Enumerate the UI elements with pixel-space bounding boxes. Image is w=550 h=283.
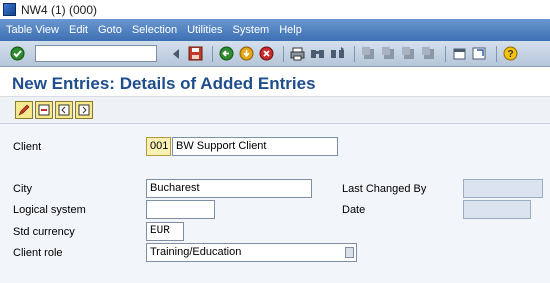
cancel-icon[interactable]	[258, 45, 275, 62]
display-change-icon[interactable]	[15, 101, 33, 119]
toolbar-separator	[496, 45, 497, 62]
city-label: City	[13, 183, 32, 195]
client-role-select[interactable]: Training/Education	[146, 243, 357, 262]
client-name-field[interactable]: BW Support Client	[172, 137, 338, 156]
date-label: Date	[342, 204, 366, 216]
menu-system[interactable]: System	[233, 24, 270, 36]
dropdown-icon[interactable]	[345, 247, 354, 258]
page-title: New Entries: Details of Added Entries	[12, 74, 316, 93]
last-changed-by-field	[463, 179, 543, 198]
back-icon[interactable]	[218, 45, 235, 62]
chevron-left-icon[interactable]	[167, 45, 184, 62]
application-toolbar	[0, 97, 550, 124]
next-page-icon[interactable]	[400, 45, 417, 62]
enter-check-icon[interactable]	[9, 45, 26, 62]
sap-app-icon	[3, 3, 16, 16]
previous-entry-icon[interactable]	[55, 101, 73, 119]
find-next-icon[interactable]	[329, 45, 346, 62]
create-session-icon[interactable]	[451, 45, 468, 62]
save-icon[interactable]	[187, 45, 204, 62]
menu-bar: Table View Edit Goto Selection Utilities…	[0, 19, 550, 41]
menu-help[interactable]: Help	[279, 24, 302, 36]
toolbar-separator	[445, 45, 446, 62]
toolbar-separator	[354, 45, 355, 62]
menu-selection[interactable]: Selection	[132, 24, 177, 36]
client-role-label: Client role	[13, 247, 63, 259]
last-page-icon[interactable]	[420, 45, 437, 62]
menu-edit[interactable]: Edit	[69, 24, 88, 36]
date-field	[463, 200, 531, 219]
logical-system-field[interactable]	[146, 200, 215, 219]
page-header: New Entries: Details of Added Entries	[0, 67, 550, 97]
standard-toolbar: ?	[0, 41, 550, 67]
client-label: Client	[13, 141, 42, 153]
next-entry-icon[interactable]	[75, 101, 93, 119]
title-bar: NW4 (1) (000)	[0, 0, 550, 19]
exit-icon[interactable]	[238, 45, 255, 62]
command-field[interactable]	[35, 45, 157, 62]
toolbar-separator	[283, 45, 284, 62]
window-title: NW4 (1) (000)	[21, 2, 98, 17]
toolbar-separator	[212, 45, 213, 62]
delete-entry-icon[interactable]	[35, 101, 53, 119]
svg-text:?: ?	[507, 49, 513, 60]
last-changed-by-label: Last Changed By	[342, 183, 427, 195]
logical-system-label: Logical system	[13, 204, 86, 216]
shortcut-icon[interactable]	[471, 45, 488, 62]
menu-utilities[interactable]: Utilities	[187, 24, 222, 36]
std-currency-field[interactable]: EUR	[146, 222, 184, 241]
help-icon[interactable]: ?	[502, 45, 519, 62]
find-icon[interactable]	[309, 45, 326, 62]
client-number-field[interactable]: 001	[146, 137, 171, 156]
menu-goto[interactable]: Goto	[98, 24, 122, 36]
previous-page-icon[interactable]	[380, 45, 397, 62]
client-role-value: Training/Education	[150, 246, 242, 258]
print-icon[interactable]	[289, 45, 306, 62]
first-page-icon[interactable]	[360, 45, 377, 62]
city-field[interactable]: Bucharest	[146, 179, 312, 198]
form-area: Client 001 BW Support Client City Buchar…	[0, 124, 550, 283]
menu-table-view[interactable]: Table View	[6, 24, 59, 36]
std-currency-label: Std currency	[13, 226, 75, 238]
